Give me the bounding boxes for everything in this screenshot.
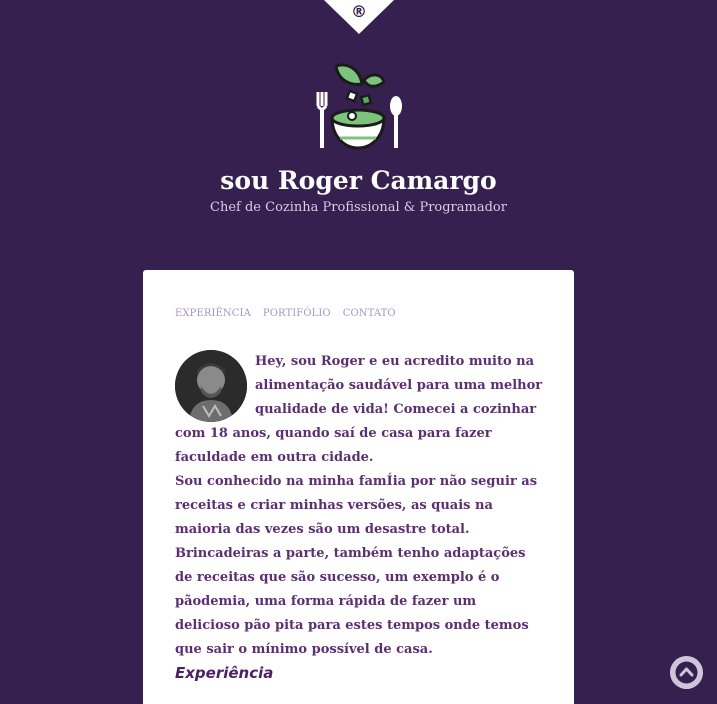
salad-bowl-logo-icon [316, 63, 402, 150]
nav-link-contato[interactable]: CONTATO [343, 308, 396, 319]
nav-link-experiencia[interactable]: EXPERIÊNCIA [175, 308, 251, 319]
about-paragraph-3: Brincadeiras a parte, também tenho adapt… [175, 546, 529, 657]
nav-link-portifolio[interactable]: PORTIFÓLIO [263, 308, 331, 319]
site-subtitle: Chef de Cozinha Profissional & Programad… [210, 200, 507, 215]
about-paragraph-2: Sou conhecido na minha famÍia por não se… [175, 474, 538, 537]
experience-heading: Experiência [175, 664, 274, 682]
registered-mark: ® [351, 2, 367, 21]
avatar [175, 350, 247, 422]
page: ® sou Roger Camargo Chef de Cozinha Prof… [0, 0, 717, 704]
content-card: EXPERIÊNCIA PORTIFÓLIO CONTATO Hey, sou … [143, 270, 574, 704]
main-nav: EXPERIÊNCIA PORTIFÓLIO CONTATO [175, 308, 396, 319]
about-section: Hey, sou Roger e eu acredito muito na al… [175, 350, 545, 662]
site-title: sou Roger Camargo [220, 166, 497, 195]
scroll-to-top-button[interactable] [670, 656, 703, 689]
chevron-up-icon [675, 661, 698, 684]
